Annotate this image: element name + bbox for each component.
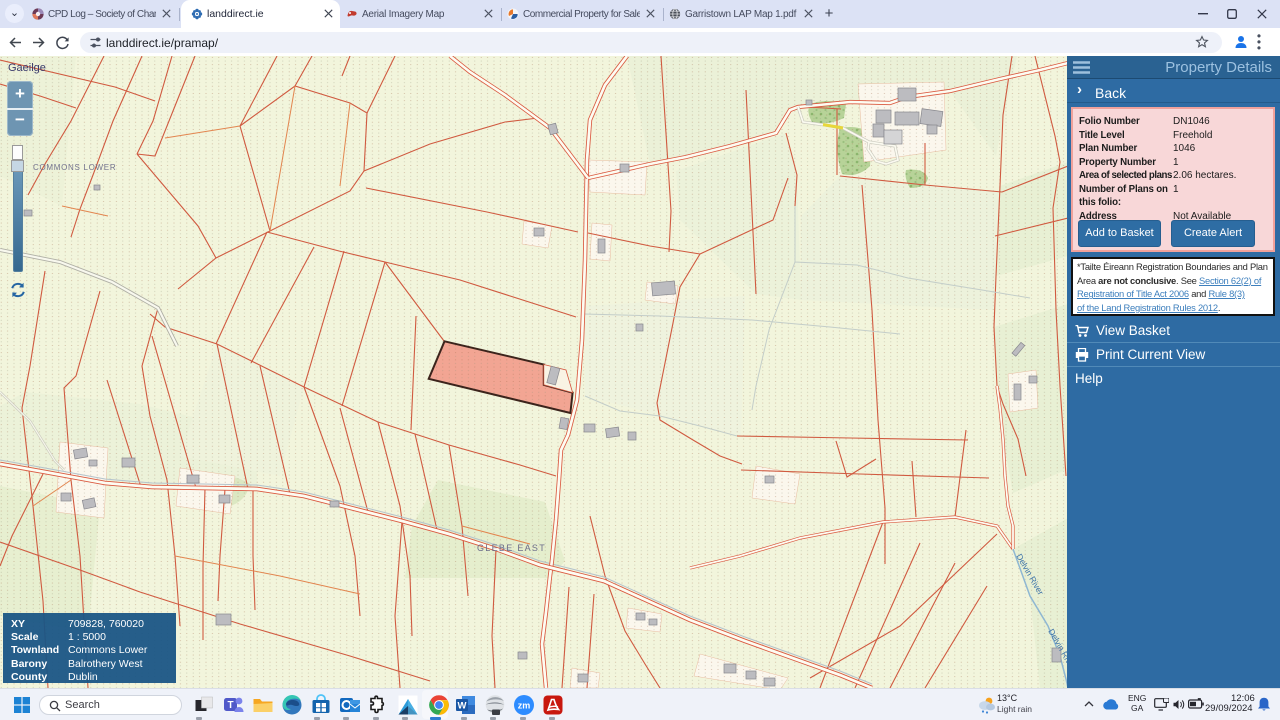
svg-text:GLEBE EAST: GLEBE EAST xyxy=(477,543,546,553)
svg-text:COMMONS LOWER: COMMONS LOWER xyxy=(33,163,116,172)
svg-text:W: W xyxy=(458,701,467,712)
svg-text:T: T xyxy=(227,700,233,711)
svg-text:zm: zm xyxy=(518,701,531,711)
